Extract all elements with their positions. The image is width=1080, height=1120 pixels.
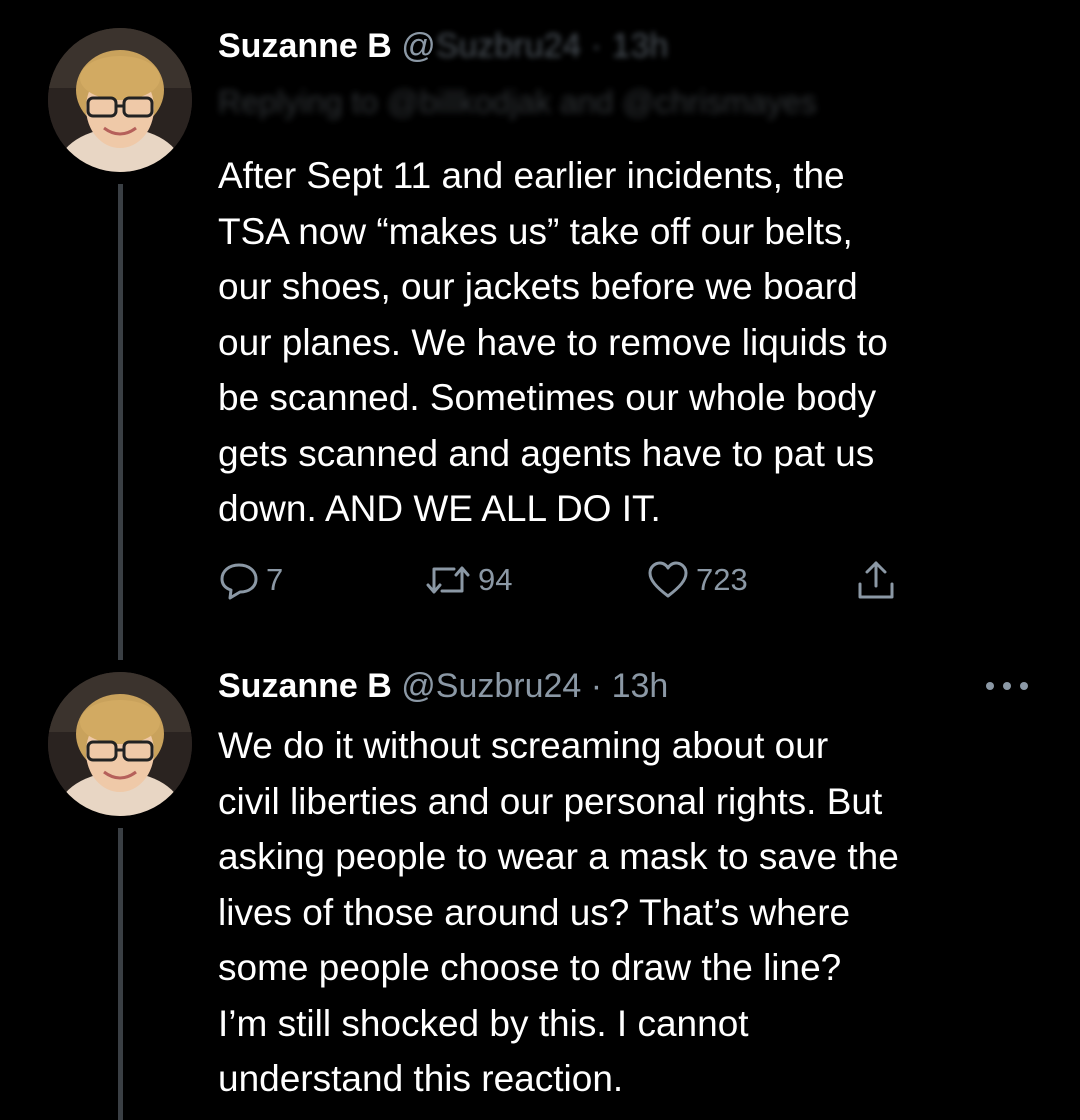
thread-line — [118, 184, 123, 660]
reply-count: 7 — [266, 562, 284, 597]
more-dots-icon[interactable] — [986, 680, 1028, 692]
like-count: 723 — [696, 562, 748, 597]
reply-context[interactable]: Replying to @billkodjak and @chrismayes — [218, 84, 817, 120]
reply-button[interactable]: 7 — [218, 558, 283, 602]
profile-photo — [48, 672, 192, 816]
separator-dot: · — [590, 667, 603, 705]
tweet-text: After Sept 11 and earlier incidents, the… — [218, 155, 888, 529]
tweet-header: Suzanne B @Suzbru24 · 13h — [218, 666, 668, 706]
more-dot — [1003, 682, 1011, 690]
share-button[interactable] — [854, 558, 898, 602]
obscured-handle-timestamp: Suzbru24 · 13h — [435, 27, 669, 65]
speech-bubble-icon — [220, 563, 258, 600]
share-icon — [858, 561, 894, 599]
retweet-button[interactable]: 94 — [424, 558, 512, 602]
more-dot — [1020, 682, 1028, 690]
heart-icon — [648, 561, 688, 598]
tweet-actions: 7 94 723 — [218, 558, 938, 602]
more-dot — [986, 682, 994, 690]
retweet-count: 94 — [478, 562, 513, 597]
display-name[interactable]: Suzanne B — [218, 667, 392, 705]
handle[interactable]: @Suzbru24 — [401, 667, 581, 705]
like-button[interactable]: 723 — [646, 558, 748, 602]
avatar[interactable] — [48, 28, 192, 172]
avatar[interactable] — [48, 672, 192, 816]
tweet-header: Suzanne B @Suzbru24 · 13h — [218, 26, 668, 66]
tweet-2[interactable]: Suzanne B @Suzbru24 · 13h We do it witho… — [0, 660, 1080, 1120]
thread-line — [118, 828, 123, 1120]
tweet-text: We do it without screaming about our civ… — [218, 725, 899, 1099]
profile-photo — [48, 28, 192, 172]
timestamp[interactable]: 13h — [612, 667, 669, 705]
tweet-1[interactable]: Suzanne B @Suzbru24 · 13h Replying to @b… — [0, 0, 1080, 660]
display-name[interactable]: Suzanne B — [218, 27, 392, 65]
handle[interactable]: @ — [401, 27, 436, 65]
retweet-icon — [426, 566, 470, 594]
